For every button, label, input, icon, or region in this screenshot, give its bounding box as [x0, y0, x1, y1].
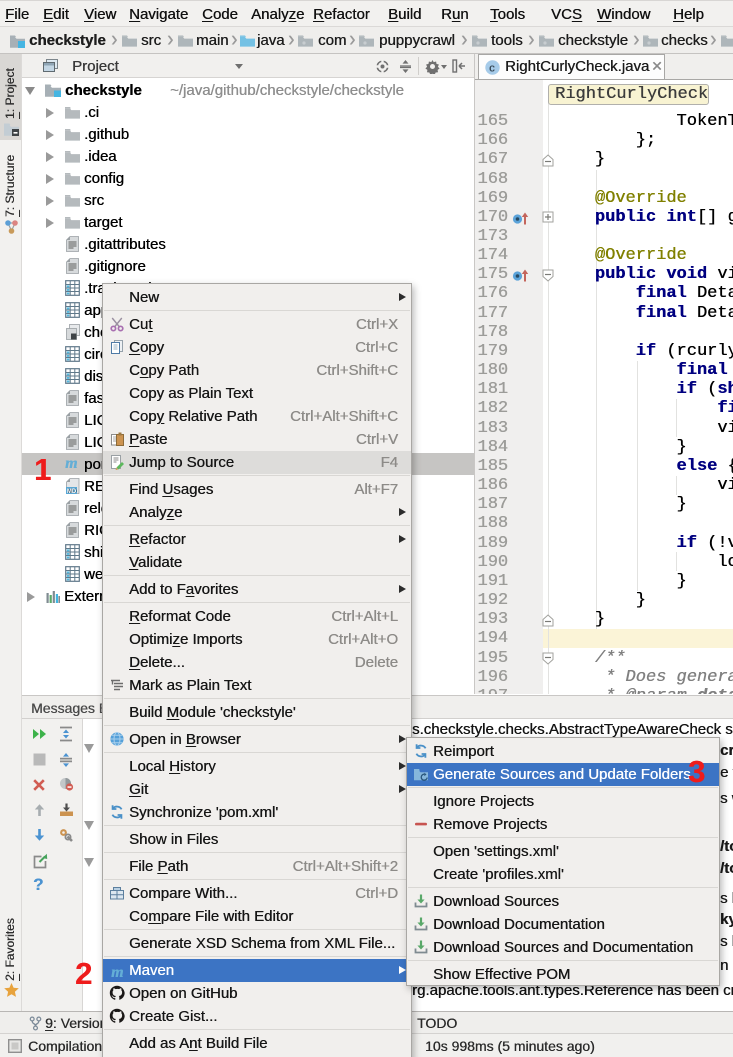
svg-text:c: c — [489, 63, 495, 75]
svg-text:MD: MD — [67, 489, 77, 494]
